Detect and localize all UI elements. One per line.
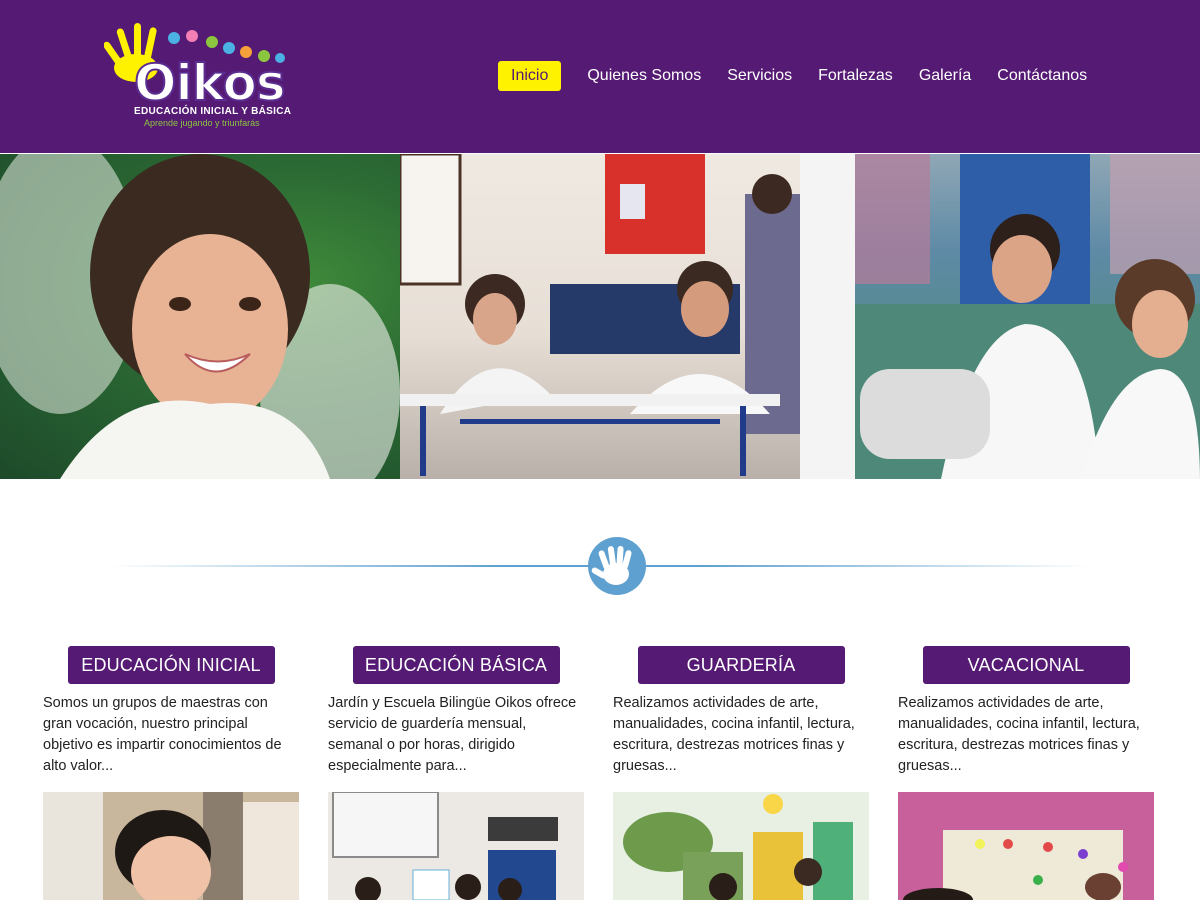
card-text: Somos un grupos de maestras con gran voc… — [43, 695, 282, 774]
hand-icon — [588, 537, 646, 595]
main-nav: Inicio Quienes Somos Servicios Fortaleza… — [498, 61, 1087, 91]
card-photo-classroom[interactable] — [328, 792, 584, 900]
logo-subtitle: EDUCACIÓN INICIAL Y BÁSICA — [134, 106, 292, 117]
card-text: Realizamos actividades de arte, manualid… — [613, 695, 855, 774]
nav-item-fortalezas[interactable]: Fortalezas — [818, 61, 893, 91]
nav-item-contactanos[interactable]: Contáctanos — [997, 61, 1087, 91]
card-title-guarderia[interactable]: GUARDERÍA — [637, 646, 845, 684]
children-sitting-photo — [800, 154, 1200, 479]
nav-item-inicio[interactable]: Inicio — [498, 61, 562, 91]
nav-item-servicios[interactable]: Servicios — [727, 61, 792, 91]
card-guarderia: GUARDERÍA Realizamos actividades de arte… — [613, 646, 869, 900]
card-text: Jardín y Escuela Bilingüe Oikos ofrece s… — [328, 695, 577, 774]
logo-tagline: Aprende jugando y triunfarás — [144, 118, 260, 128]
card-title-educacion-inicial[interactable]: EDUCACIÓN INICIAL — [67, 646, 275, 684]
nav-item-quienes-somos[interactable]: Quienes Somos — [587, 61, 701, 91]
smiling-girl-photo — [0, 154, 400, 479]
site-header: Oikos EDUCACIÓN INICIAL Y BÁSICA Aprende… — [0, 0, 1200, 153]
card-title-educacion-basica[interactable]: EDUCACIÓN BÁSICA — [352, 646, 560, 684]
card-title-vacacional[interactable]: VACACIONAL — [922, 646, 1130, 684]
card-photo-playground[interactable] — [613, 792, 869, 900]
card-photo-baby[interactable] — [43, 792, 299, 900]
oikos-logo[interactable]: Oikos EDUCACIÓN INICIAL Y BÁSICA Aprende… — [104, 20, 291, 132]
hero-banner — [0, 154, 1200, 479]
card-educacion-inicial: EDUCACIÓN INICIAL Somos un grupos de mae… — [43, 646, 299, 900]
section-divider — [110, 536, 1090, 596]
nav-item-galeria[interactable]: Galería — [919, 61, 971, 91]
classroom-children-photo — [400, 154, 800, 479]
card-text: Realizamos actividades de arte, manualid… — [898, 695, 1140, 774]
logo-wordmark: Oikos — [133, 54, 287, 112]
card-vacacional: VACACIONAL Realizamos actividades de art… — [898, 646, 1154, 900]
card-photo-crafts[interactable] — [898, 792, 1154, 900]
card-educacion-basica: EDUCACIÓN BÁSICA Jardín y Escuela Biling… — [328, 646, 584, 900]
